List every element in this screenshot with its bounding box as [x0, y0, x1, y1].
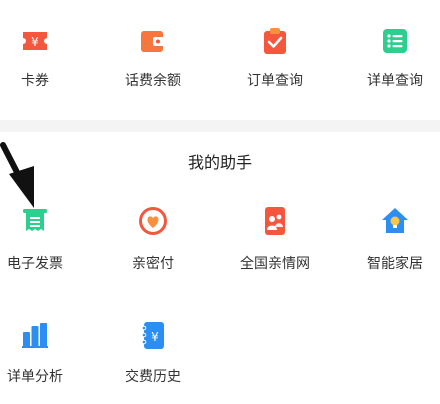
- order-clipboard-icon: [264, 28, 286, 54]
- section-title: 我的助手: [187, 153, 252, 172]
- wallet-icon: [141, 31, 165, 52]
- my-assistant-card: 我的助手 电子发票 亲密付 全国亲情网 智能家居 详单分析 ¥ 交费历史: [0, 132, 440, 404]
- family-network-icon: [265, 207, 285, 235]
- e-invoice-icon: [23, 209, 47, 231]
- list-detail-icon: [383, 29, 407, 53]
- svg-text:¥: ¥: [31, 35, 39, 49]
- top-services-card: ¥ 卡券 话费余额 订单查询 详单查询: [0, 0, 440, 120]
- e-invoice-label: 电子发票: [7, 256, 63, 272]
- intimate-pay-label: 亲密付: [132, 256, 174, 272]
- payment-history-icon: ¥: [141, 322, 164, 349]
- detail-query-label: 详单查询: [367, 73, 423, 89]
- heart-pay-icon: [139, 207, 167, 235]
- phone-balance-label: 话费余额: [125, 73, 181, 89]
- payment-history-label: 交费历史: [125, 369, 181, 385]
- family-network-label: 全国亲情网: [240, 256, 310, 272]
- coupon-icon: ¥: [23, 32, 47, 50]
- coupon-label: 卡券: [21, 73, 49, 89]
- order-query-label: 订单查询: [247, 73, 303, 89]
- smart-home-icon: [382, 208, 408, 233]
- smart-home-label: 智能家居: [367, 256, 423, 272]
- detail-analysis-label: 详单分析: [7, 369, 63, 385]
- bar-chart-icon: [22, 323, 48, 348]
- svg-text:¥: ¥: [151, 330, 159, 344]
